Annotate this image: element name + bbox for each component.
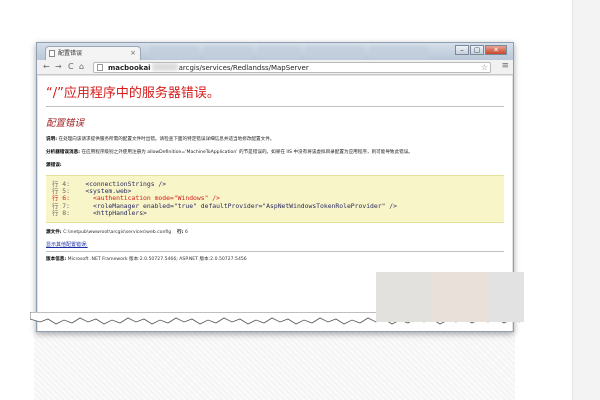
version-label: 版本信息: — [46, 257, 67, 263]
menu-icon[interactable]: ≡ — [501, 61, 509, 71]
source-file-line: 源文件: C:\inetpub\wwwroot\arcgis\services\… — [46, 229, 504, 235]
url-path: arcgis/services/Redlandss/MapServer — [178, 64, 309, 72]
parser-error-text: 在应用程序级别之外使用注册为 allowDefinition='MachineT… — [80, 150, 413, 155]
page-icon — [97, 64, 103, 71]
tab-error-page[interactable]: 配置错误 × — [45, 46, 141, 60]
reload-icon[interactable]: C — [68, 62, 74, 71]
blurred-tab[interactable] — [203, 46, 253, 59]
source-error-paragraph: 源错误: — [46, 162, 504, 168]
page-title: “/”应用程序中的服务器错误。 — [46, 86, 220, 101]
source-file-path: C:\inetpub\wwwroot\arcgis\services\web.c… — [61, 230, 172, 236]
divider — [46, 251, 504, 253]
bookmark-star-icon[interactable]: ☆ — [481, 63, 488, 72]
source-code-block: 行 4: <connectionStrings /> 行 5: <system.… — [46, 175, 504, 224]
code-line: 行 8: <httpHandlers> — [52, 208, 498, 217]
page-icon — [49, 50, 55, 57]
browser-toolbar: ← → C ⌂ macbookai arcgis/services/Redland… — [37, 60, 513, 75]
parser-error-paragraph: 分析器错误消息: 在应用程序级别之外使用注册为 allowDefinition=… — [46, 149, 504, 155]
divider — [46, 106, 504, 107]
blurred-tab[interactable] — [149, 46, 199, 59]
address-bar[interactable]: macbookai arcgis/services/Redlandss/MapSe… — [93, 62, 491, 73]
tab-close-icon[interactable]: × — [130, 47, 136, 60]
code-line-text: <httpHandlers> — [69, 208, 147, 217]
source-file-label: 源文件: — [46, 230, 62, 236]
window-controls: – ▢ ✕ — [455, 45, 507, 55]
minimize-button[interactable]: – — [455, 45, 469, 55]
blurred-block — [488, 272, 524, 322]
parser-error-label: 分析器错误消息: — [46, 150, 80, 155]
line-value: 6 — [183, 230, 188, 236]
tab-title: 配置错误 — [58, 50, 83, 57]
blurred-tab[interactable] — [257, 46, 301, 59]
browser-titlebar[interactable]: 配置错误 × – ▢ ✕ — [37, 43, 513, 60]
screenshot-stage: 配置错误 × – ▢ ✕ ← → C ⌂ macbookai arcgis/ser… — [0, 0, 600, 400]
version-info: 版本信息: Microsoft .NET Framework 版本:2.0.50… — [46, 256, 504, 262]
description-paragraph: 说明: 在处理向该请求提供服务所需的配置文件时出错。请检查下面的特定错误详细信息… — [46, 136, 504, 142]
code-line-number: 行 8: — [52, 208, 70, 217]
close-button[interactable]: ✕ — [485, 45, 507, 55]
home-icon[interactable]: ⌂ — [79, 62, 84, 71]
show-config-errors-link[interactable]: 显示其他配置错误: — [46, 241, 504, 248]
right-side-panel — [572, 0, 600, 400]
url-host: macbookai — [108, 64, 151, 72]
page-background-texture — [34, 330, 515, 400]
error-heading: 配置错误 — [46, 118, 85, 129]
description-label: 说明: — [46, 137, 58, 142]
blurred-block — [432, 272, 488, 322]
blurred-tab[interactable] — [305, 46, 365, 59]
back-icon[interactable]: ← — [43, 62, 50, 71]
description-text: 在处理向该请求提供服务所需的配置文件时出错。请检查下面的特定错误详细信息并适当地… — [57, 137, 275, 142]
blurred-block — [376, 272, 432, 322]
source-error-label: 源错误: — [46, 163, 62, 168]
forward-icon[interactable]: → — [55, 62, 62, 71]
blurred-tab[interactable] — [369, 46, 429, 59]
blurred-url-segment — [151, 63, 178, 71]
version-text: Microsoft .NET Framework 版本:2.0.50727.54… — [66, 257, 247, 263]
restore-button[interactable]: ▢ — [470, 45, 484, 55]
